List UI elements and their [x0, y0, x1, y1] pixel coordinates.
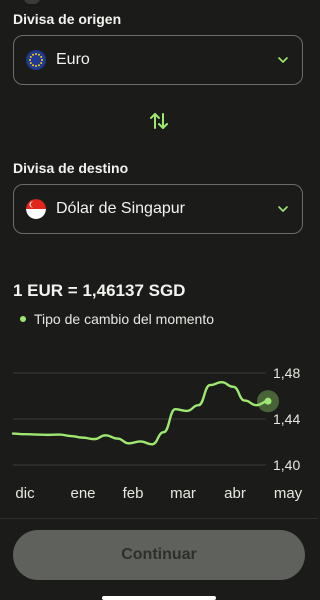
x-tick-label: ene [70, 485, 95, 502]
eu-flag-icon [26, 50, 46, 70]
source-currency-name: Euro [56, 51, 90, 68]
y-tick-label: 1,48 [273, 365, 300, 381]
x-tick-label: dic [15, 485, 35, 502]
exchange-rate-text: 1 EUR = 1,46137 SGD [13, 281, 186, 300]
live-rate-indicator: Tipo de cambio del momento [20, 311, 214, 327]
live-rate-label: Tipo de cambio del momento [34, 311, 215, 327]
y-tick-label: 1,40 [273, 457, 300, 473]
rate-history-chart[interactable]: 1,48 1,44 1,40 dic ene feb mar abr may [0, 360, 318, 510]
x-tick-label: feb [123, 485, 144, 502]
singapore-flag-icon [26, 199, 46, 219]
footer-divider [0, 518, 318, 519]
target-currency-name: Dólar de Singapur [56, 200, 185, 217]
y-tick-label: 1,44 [273, 411, 300, 427]
x-tick-label: may [274, 485, 303, 502]
home-indicator [102, 596, 216, 600]
x-tick-label: abr [224, 485, 246, 502]
live-dot-icon [20, 316, 26, 322]
chevron-down-icon [278, 57, 288, 63]
series-line [11, 381, 270, 446]
scroll-indicator [24, 0, 40, 4]
current-point [264, 397, 272, 405]
swap-arrows-icon[interactable] [148, 110, 170, 132]
target-currency-select[interactable]: Dólar de Singapur [13, 184, 303, 234]
x-tick-label: mar [170, 485, 196, 502]
continue-button[interactable]: Continuar [13, 530, 305, 580]
source-currency-select[interactable]: Euro [13, 35, 303, 85]
source-currency-label: Divisa de origen [13, 11, 122, 27]
chevron-down-icon [278, 206, 288, 212]
target-currency-label: Divisa de destino [13, 160, 129, 176]
